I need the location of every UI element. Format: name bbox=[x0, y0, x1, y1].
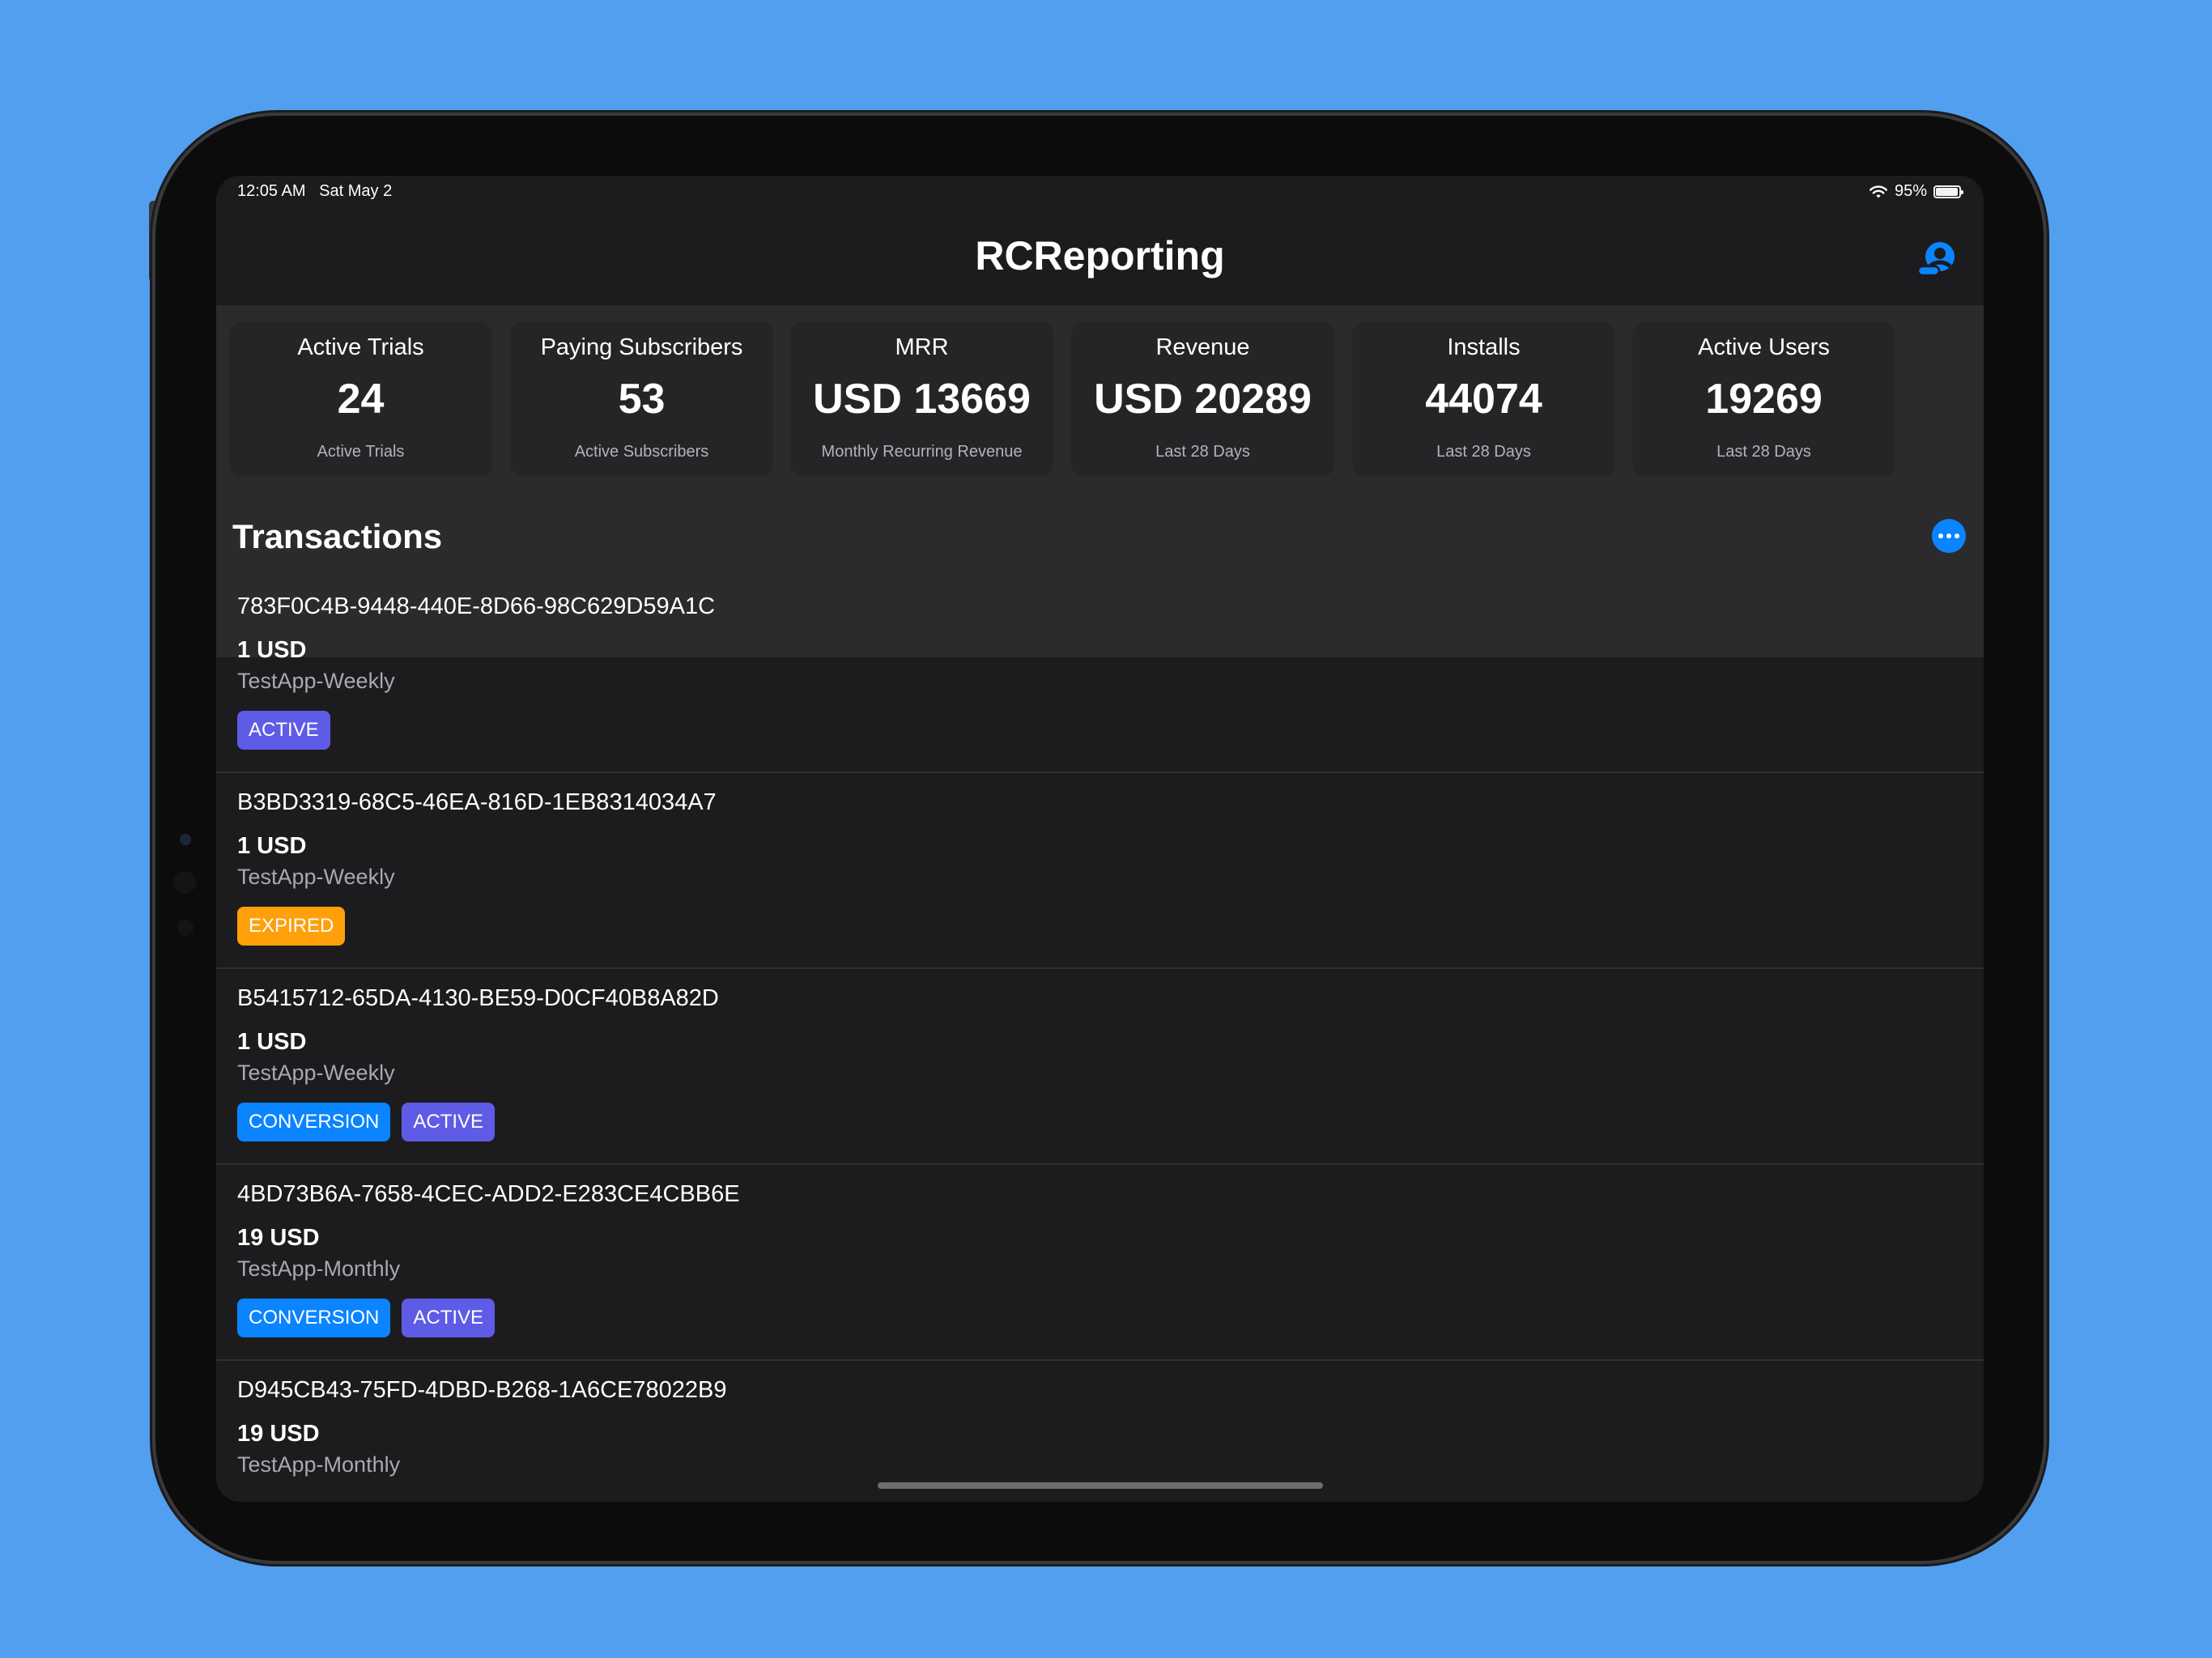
stat-card-active-users[interactable]: Active Users 19269 Last 28 Days bbox=[1632, 321, 1895, 477]
stat-subtitle: Last 28 Days bbox=[1155, 443, 1250, 461]
transaction-price: 1 USD bbox=[237, 833, 307, 859]
status-bar: 12:05 AM Sat May 2 95% bbox=[216, 176, 1984, 208]
home-indicator bbox=[878, 1482, 1323, 1489]
stat-title: Paying Subscribers bbox=[540, 334, 743, 360]
transaction-row[interactable]: B3BD3319-68C5-46EA-816D-1EB8314034A7 1 US… bbox=[216, 773, 1984, 969]
transaction-id: 4BD73B6A-7658-4CEC-ADD2-E283CE4CBB6E bbox=[237, 1181, 740, 1207]
status-badge-active: ACTIVE bbox=[402, 1299, 496, 1337]
transaction-product: TestApp-Weekly bbox=[237, 865, 395, 889]
stat-card-active-trials[interactable]: Active Trials 24 Active Trials bbox=[229, 321, 492, 477]
status-badge-conversion: CONVERSION bbox=[237, 1103, 391, 1141]
transaction-product: TestApp-Weekly bbox=[237, 1061, 395, 1085]
transaction-price: 19 USD bbox=[237, 1421, 320, 1447]
transaction-row[interactable]: 4BD73B6A-7658-4CEC-ADD2-E283CE4CBB6E 19 U… bbox=[216, 1165, 1984, 1361]
transaction-price: 1 USD bbox=[237, 1029, 307, 1055]
transaction-id: 783F0C4B-9448-440E-8D66-98C629D59A1C bbox=[237, 593, 716, 619]
transaction-product: TestApp-Monthly bbox=[237, 1452, 401, 1477]
stat-value: USD 20289 bbox=[1094, 376, 1312, 423]
light-sensor bbox=[177, 920, 194, 936]
stat-card-mrr[interactable]: MRR USD 13669 Monthly Recurring Revenue bbox=[790, 321, 1053, 477]
transaction-badges: CONVERSION ACTIVE bbox=[237, 1299, 496, 1337]
stat-value: 44074 bbox=[1425, 376, 1542, 423]
app-title: RCReporting bbox=[975, 233, 1225, 278]
stat-card-revenue[interactable]: Revenue USD 20289 Last 28 Days bbox=[1071, 321, 1334, 477]
transaction-badges: ACTIVE bbox=[237, 711, 330, 750]
transactions-list: 783F0C4B-9448-440E-8D66-98C629D59A1C 1 US… bbox=[216, 577, 1984, 1502]
transaction-id: B3BD3319-68C5-46EA-816D-1EB8314034A7 bbox=[237, 789, 717, 815]
transaction-row[interactable]: 783F0C4B-9448-440E-8D66-98C629D59A1C 1 US… bbox=[216, 577, 1984, 773]
transaction-row[interactable]: D945CB43-75FD-4DBD-B268-1A6CE78022B9 19 U… bbox=[216, 1361, 1984, 1502]
dot bbox=[1938, 534, 1943, 538]
front-camera bbox=[180, 834, 191, 845]
stat-subtitle: Last 28 Days bbox=[1436, 443, 1531, 461]
stat-title: Installs bbox=[1447, 334, 1521, 360]
stat-subtitle: Active Subscribers bbox=[574, 443, 709, 461]
person-circle-icon[interactable] bbox=[1916, 240, 1956, 278]
transaction-row[interactable]: B5415712-65DA-4130-BE59-D0CF40B8A82D 1 US… bbox=[216, 969, 1984, 1165]
dot bbox=[1946, 534, 1951, 538]
transaction-product: TestApp-Weekly bbox=[237, 669, 395, 693]
stat-subtitle: Monthly Recurring Revenue bbox=[821, 443, 1023, 461]
transaction-badges: EXPIRED bbox=[237, 907, 346, 946]
status-badge-active: ACTIVE bbox=[237, 711, 330, 750]
dot bbox=[1955, 534, 1959, 538]
ellipsis-circle-icon[interactable] bbox=[1932, 519, 1966, 553]
stat-value: USD 13669 bbox=[813, 376, 1031, 423]
transaction-id: B5415712-65DA-4130-BE59-D0CF40B8A82D bbox=[237, 985, 719, 1011]
stat-subtitle: Last 28 Days bbox=[1716, 443, 1811, 461]
transaction-id: D945CB43-75FD-4DBD-B268-1A6CE78022B9 bbox=[237, 1377, 727, 1403]
status-badge-conversion: CONVERSION bbox=[237, 1299, 391, 1337]
status-badge-active: ACTIVE bbox=[402, 1103, 496, 1141]
stat-value: 53 bbox=[618, 376, 666, 423]
status-right: 95% bbox=[1869, 182, 1963, 201]
stat-card-paying-subscribers[interactable]: Paying Subscribers 53 Active Subscribers bbox=[510, 321, 773, 477]
status-badge-expired: EXPIRED bbox=[237, 907, 346, 946]
battery-icon bbox=[1933, 185, 1963, 198]
transaction-product: TestApp-Monthly bbox=[237, 1256, 401, 1281]
navigation-bar: RCReporting bbox=[216, 208, 1984, 305]
stat-subtitle: Active Trials bbox=[317, 443, 405, 461]
stat-value: 24 bbox=[337, 376, 385, 423]
transaction-badges: CONVERSION ACTIVE bbox=[237, 1103, 496, 1141]
camera-sensor bbox=[173, 871, 196, 894]
stat-value: 19269 bbox=[1705, 376, 1823, 423]
stat-title: Active Trials bbox=[297, 334, 424, 360]
wifi-icon bbox=[1869, 185, 1887, 198]
stat-title: MRR bbox=[895, 334, 949, 360]
status-time-date: 12:05 AM Sat May 2 bbox=[237, 182, 393, 200]
transaction-price: 1 USD bbox=[237, 637, 307, 663]
stat-card-installs[interactable]: Installs 44074 Last 28 Days bbox=[1352, 321, 1615, 477]
app-screen: 12:05 AM Sat May 2 95% RCReporting Activ… bbox=[216, 176, 1984, 1502]
stat-title: Active Users bbox=[1698, 334, 1830, 360]
transactions-heading: Transactions bbox=[232, 517, 443, 555]
battery-percent: 95% bbox=[1894, 182, 1927, 200]
battery-fill bbox=[1936, 187, 1958, 196]
stat-title: Revenue bbox=[1155, 334, 1250, 360]
transaction-price: 19 USD bbox=[237, 1225, 320, 1251]
